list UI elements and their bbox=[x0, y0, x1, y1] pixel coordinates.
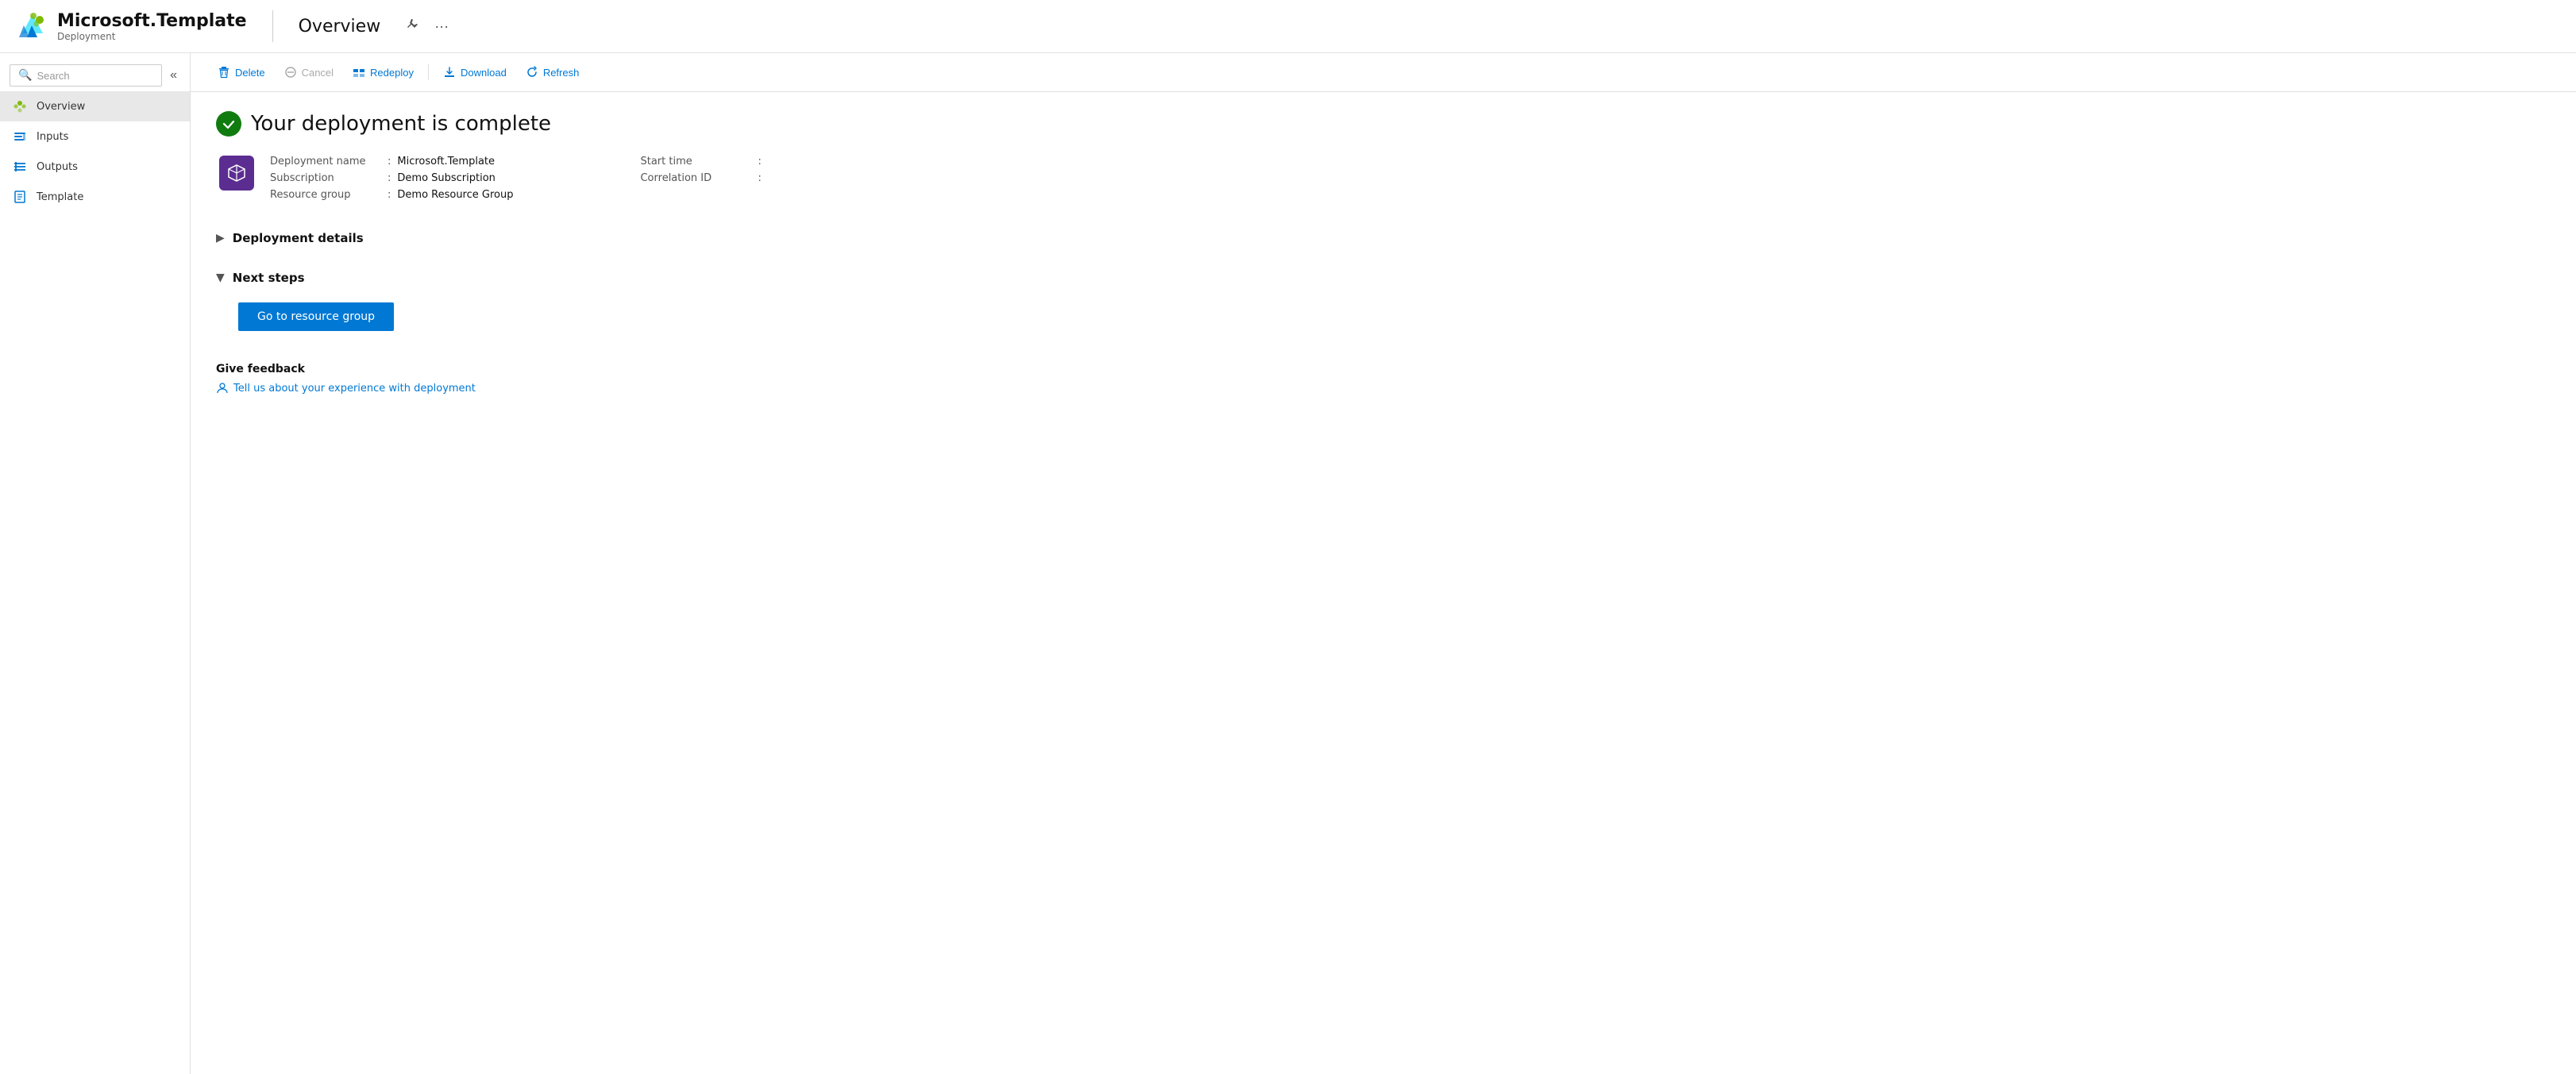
refresh-label: Refresh bbox=[543, 67, 580, 79]
pin-icon bbox=[404, 17, 418, 32]
deployment-name-label: Deployment name bbox=[270, 156, 381, 167]
app-subtitle: Deployment bbox=[57, 31, 247, 42]
deployment-details-section: ▶ Deployment details bbox=[216, 223, 2551, 253]
go-to-resource-group-button[interactable]: Go to resource group bbox=[238, 302, 394, 331]
redeploy-label: Redeploy bbox=[370, 67, 414, 79]
more-options-button[interactable]: ··· bbox=[430, 15, 453, 38]
sidebar-label-outputs: Outputs bbox=[37, 161, 78, 173]
next-steps-header[interactable]: ▼ Next steps bbox=[216, 263, 2551, 293]
feedback-link-text: Tell us about your experience with deplo… bbox=[233, 383, 476, 395]
deployment-info: Deployment name : Microsoft.Template Sub… bbox=[219, 156, 2551, 201]
next-steps-label: Next steps bbox=[233, 271, 305, 285]
sidebar-item-inputs[interactable]: Inputs bbox=[0, 121, 190, 152]
toolbar: Delete Cancel Redepl bbox=[191, 53, 2576, 92]
azure-logo-icon bbox=[16, 10, 49, 43]
toolbar-separator bbox=[428, 64, 429, 80]
header: Microsoft.Template Deployment Overview ·… bbox=[0, 0, 2576, 53]
box-icon bbox=[226, 163, 247, 183]
download-icon bbox=[443, 66, 456, 79]
field-deployment-name: Deployment name : Microsoft.Template bbox=[270, 156, 513, 167]
feedback-title: Give feedback bbox=[216, 363, 2551, 375]
download-button[interactable]: Download bbox=[435, 61, 515, 83]
inputs-icon bbox=[13, 129, 27, 144]
collapse-sidebar-button[interactable]: « bbox=[167, 65, 180, 86]
correlation-id-label: Correlation ID bbox=[640, 172, 751, 184]
deployment-complete-banner: Your deployment is complete bbox=[216, 111, 2551, 137]
check-circle-icon bbox=[216, 111, 241, 137]
outputs-icon bbox=[13, 160, 27, 174]
sidebar-label-template: Template bbox=[37, 191, 83, 203]
search-icon: 🔍 bbox=[18, 69, 32, 82]
cancel-label: Cancel bbox=[302, 67, 334, 79]
sidebar-label-overview: Overview bbox=[37, 101, 85, 113]
feedback-section: Give feedback Tell us about your experie… bbox=[216, 363, 2551, 395]
app-container: Microsoft.Template Deployment Overview ·… bbox=[0, 0, 2576, 1074]
refresh-button[interactable]: Refresh bbox=[518, 61, 588, 83]
overview-icon bbox=[13, 99, 27, 114]
deployment-info-main: Deployment name : Microsoft.Template Sub… bbox=[219, 156, 513, 201]
header-title-group: Microsoft.Template Deployment bbox=[57, 11, 247, 42]
sidebar-label-inputs: Inputs bbox=[37, 131, 68, 143]
download-label: Download bbox=[461, 67, 507, 79]
sidebar-item-overview[interactable]: Overview bbox=[0, 91, 190, 121]
deployment-name-value: Microsoft.Template bbox=[397, 156, 495, 167]
search-input[interactable] bbox=[37, 70, 153, 82]
field-start-time: Start time : bbox=[640, 156, 767, 167]
main-layout: 🔍 « Overview bbox=[0, 53, 2576, 1074]
deployment-complete-text: Your deployment is complete bbox=[251, 112, 551, 136]
deployment-details-header[interactable]: ▶ Deployment details bbox=[216, 223, 2551, 253]
delete-label: Delete bbox=[235, 67, 265, 79]
page-title: Overview bbox=[299, 17, 381, 37]
subscription-label: Subscription bbox=[270, 172, 381, 184]
header-divider bbox=[272, 10, 273, 42]
next-steps-section: ▼ Next steps Go to resource group bbox=[216, 263, 2551, 341]
deployment-details-label: Deployment details bbox=[233, 231, 364, 245]
resource-group-label: Resource group bbox=[270, 189, 381, 201]
sidebar: 🔍 « Overview bbox=[0, 53, 191, 1074]
field-resource-group: Resource group : Demo Resource Group bbox=[270, 189, 513, 201]
next-steps-content: Go to resource group bbox=[216, 293, 2551, 341]
cancel-icon bbox=[284, 66, 297, 79]
header-actions: ··· bbox=[399, 14, 453, 39]
field-subscription: Subscription : Demo Subscription bbox=[270, 172, 513, 184]
delete-icon bbox=[218, 66, 230, 79]
sidebar-item-template[interactable]: Template bbox=[0, 182, 190, 212]
delete-button[interactable]: Delete bbox=[210, 61, 273, 83]
sidebar-search-box[interactable]: 🔍 bbox=[10, 64, 162, 87]
deployment-fields: Deployment name : Microsoft.Template Sub… bbox=[270, 156, 513, 201]
expand-details-icon: ▶ bbox=[216, 232, 225, 244]
redeploy-button[interactable]: Redeploy bbox=[345, 61, 422, 83]
sidebar-nav: Overview Inputs bbox=[0, 91, 190, 212]
checkmark-icon bbox=[221, 116, 237, 132]
deployment-type-icon bbox=[219, 156, 254, 191]
collapse-next-steps-icon: ▼ bbox=[216, 271, 225, 284]
field-correlation-id: Correlation ID : bbox=[640, 172, 767, 184]
feedback-person-icon bbox=[216, 382, 229, 395]
cancel-button[interactable]: Cancel bbox=[276, 61, 341, 83]
sidebar-item-outputs[interactable]: Outputs bbox=[0, 152, 190, 182]
refresh-icon bbox=[526, 66, 538, 79]
redeploy-icon bbox=[353, 66, 365, 79]
deployment-fields-right: Start time : Correlation ID : bbox=[640, 156, 767, 201]
feedback-link[interactable]: Tell us about your experience with deplo… bbox=[216, 382, 2551, 395]
sidebar-search-row: 🔍 « bbox=[0, 60, 190, 91]
start-time-label: Start time bbox=[640, 156, 751, 167]
resource-group-value: Demo Resource Group bbox=[397, 189, 513, 201]
template-icon bbox=[13, 190, 27, 204]
subscription-value: Demo Subscription bbox=[397, 172, 496, 184]
main-content: Your deployment is complete bbox=[191, 92, 2576, 1074]
header-logo: Microsoft.Template Deployment bbox=[16, 10, 247, 43]
app-title: Microsoft.Template bbox=[57, 11, 247, 31]
pin-button[interactable] bbox=[399, 14, 423, 39]
